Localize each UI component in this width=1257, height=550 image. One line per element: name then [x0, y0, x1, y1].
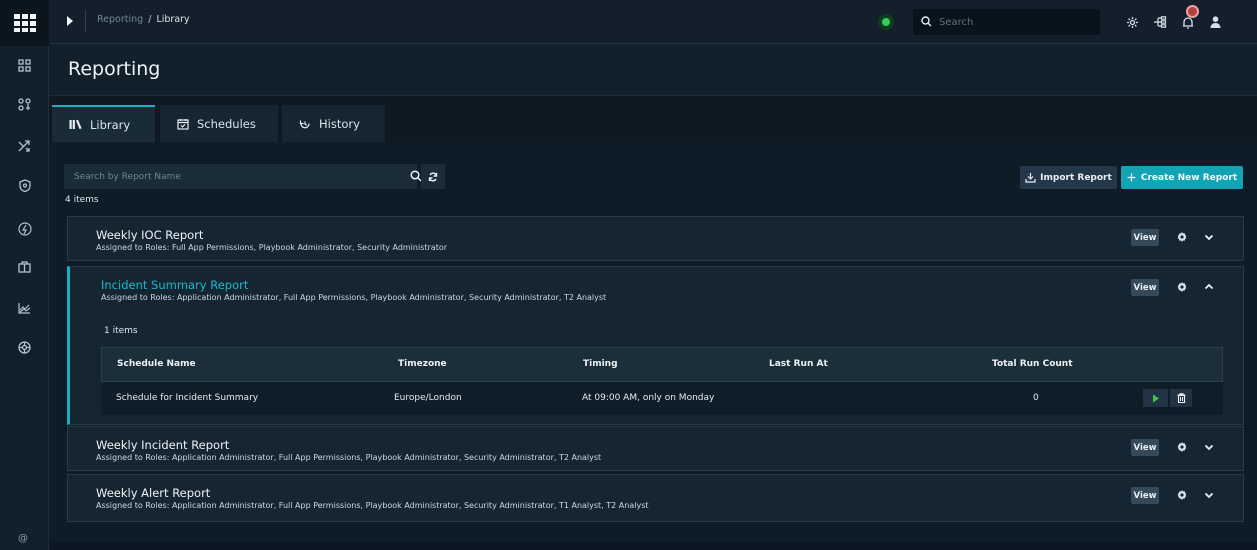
- report-roles: Assigned to Roles: Full App Permissions,…: [96, 243, 448, 252]
- history-icon: [299, 120, 310, 128]
- dashboard-icon[interactable]: [0, 48, 49, 82]
- page-header: Reporting: [49, 44, 1257, 96]
- create-report-label: Create New Report: [1140, 172, 1238, 183]
- play-icon: [1152, 394, 1159, 402]
- expand-sidebar-icon[interactable]: [65, 14, 75, 28]
- import-report-button[interactable]: Import Report: [1020, 166, 1117, 189]
- library-icon: [69, 119, 82, 130]
- view-report-button[interactable]: View: [1131, 229, 1159, 246]
- gear-icon[interactable]: [1176, 231, 1188, 243]
- breadcrumb-divider: [85, 10, 86, 32]
- bell-icon[interactable]: [1178, 5, 1199, 32]
- breadcrumb-separator: /: [148, 14, 152, 25]
- chevron-up-icon[interactable]: [1204, 282, 1214, 292]
- shuffle-icon[interactable]: [0, 129, 49, 163]
- schedule-run-count: 0: [1033, 393, 1039, 403]
- gear-icon[interactable]: [1176, 441, 1188, 453]
- chart-icon[interactable]: [0, 291, 49, 325]
- report-roles: Assigned to Roles: Application Administr…: [96, 501, 649, 510]
- trash-icon: [1177, 393, 1185, 403]
- search-icon: [921, 16, 932, 27]
- tab-label: History: [319, 116, 360, 131]
- tab-history[interactable]: History: [282, 105, 385, 142]
- column-header[interactable]: Total Run Count: [992, 359, 1073, 369]
- column-header[interactable]: Timezone: [398, 359, 447, 369]
- status-indicator: [878, 14, 894, 30]
- chevron-down-icon[interactable]: [1204, 490, 1214, 500]
- notification-badge: [1186, 5, 1199, 18]
- column-header[interactable]: Schedule Name: [117, 359, 196, 369]
- global-search-input[interactable]: [939, 13, 1089, 31]
- app-logo[interactable]: [0, 0, 49, 46]
- report-title[interactable]: Weekly Incident Report: [96, 438, 229, 452]
- view-report-button[interactable]: View: [1131, 439, 1159, 456]
- tab-label: Schedules: [197, 116, 256, 131]
- report-search-input[interactable]: [74, 168, 374, 185]
- tab-label: Library: [90, 117, 131, 132]
- schedule-name: Schedule for Incident Summary: [116, 393, 259, 403]
- gear-icon[interactable]: [1176, 489, 1188, 501]
- import-report-label: Import Report: [1040, 172, 1112, 183]
- schedule-timezone: Europe/London: [394, 393, 462, 403]
- connectors-icon[interactable]: [0, 87, 49, 121]
- left-sidebar: @: [0, 0, 49, 550]
- column-header[interactable]: Timing: [583, 359, 618, 369]
- breadcrumb: Reporting / Library: [97, 14, 190, 25]
- refresh-icon: [428, 172, 438, 181]
- schedule-table-header: Schedule Name Timezone Timing Last Run A…: [101, 347, 1223, 382]
- breadcrumb-parent[interactable]: Reporting: [97, 14, 143, 25]
- view-report-button[interactable]: View: [1131, 487, 1159, 504]
- user-icon[interactable]: [1205, 12, 1225, 32]
- report-card-incident-summary[interactable]: Incident Summary Report Assigned to Role…: [67, 266, 1244, 425]
- download-icon: [1025, 173, 1036, 183]
- page-title: Reporting: [68, 58, 161, 80]
- tree-icon[interactable]: [1150, 12, 1170, 32]
- report-title[interactable]: Incident Summary Report: [101, 278, 248, 292]
- shield-icon[interactable]: [0, 168, 49, 202]
- report-card-weekly-alert[interactable]: Weekly Alert Report Assigned to Roles: A…: [67, 474, 1244, 522]
- chevron-down-icon[interactable]: [1204, 232, 1214, 242]
- settings-icon[interactable]: [1122, 12, 1142, 32]
- report-search[interactable]: [64, 164, 422, 189]
- help-icon[interactable]: @: [18, 533, 28, 544]
- schedule-table: Schedule Name Timezone Timing Last Run A…: [101, 347, 1223, 417]
- global-search[interactable]: [913, 9, 1100, 35]
- run-now-button[interactable]: [1143, 389, 1168, 407]
- view-report-button[interactable]: View: [1131, 279, 1159, 296]
- report-title[interactable]: Weekly IOC Report: [96, 228, 203, 242]
- report-card-weekly-incident[interactable]: Weekly Incident Report Assigned to Roles…: [67, 426, 1244, 471]
- schedule-count: 1 items: [104, 326, 138, 336]
- items-count: 4 items: [65, 195, 99, 205]
- tab-bar: Library Schedules History: [49, 96, 1257, 142]
- refresh-button[interactable]: [421, 164, 445, 189]
- calendar-icon: [177, 118, 189, 130]
- tab-schedules[interactable]: Schedules: [160, 105, 278, 142]
- settings-wheel-icon[interactable]: [0, 330, 49, 364]
- report-card-weekly-ioc[interactable]: Weekly IOC Report Assigned to Roles: Ful…: [67, 216, 1244, 261]
- top-bar: Reporting / Library: [49, 0, 1257, 44]
- tab-library[interactable]: Library: [52, 105, 155, 142]
- briefcase-icon[interactable]: [0, 250, 49, 284]
- library-content: 4 items Import Report Create New Report …: [49, 142, 1257, 542]
- table-row[interactable]: Schedule for Incident Summary Europe/Lon…: [101, 382, 1223, 415]
- create-report-button[interactable]: Create New Report: [1121, 166, 1243, 189]
- gear-icon[interactable]: [1176, 281, 1188, 293]
- bolt-icon[interactable]: [0, 212, 49, 246]
- delete-schedule-button[interactable]: [1170, 389, 1192, 407]
- breadcrumb-current: Library: [156, 14, 190, 25]
- report-title[interactable]: Weekly Alert Report: [96, 486, 210, 500]
- report-roles: Assigned to Roles: Application Administr…: [101, 293, 607, 302]
- report-roles: Assigned to Roles: Application Administr…: [96, 453, 602, 462]
- chevron-down-icon[interactable]: [1204, 442, 1214, 452]
- plus-icon: [1127, 173, 1136, 182]
- schedule-timing: At 09:00 AM, only on Monday: [582, 393, 715, 403]
- column-header[interactable]: Last Run At: [769, 359, 828, 369]
